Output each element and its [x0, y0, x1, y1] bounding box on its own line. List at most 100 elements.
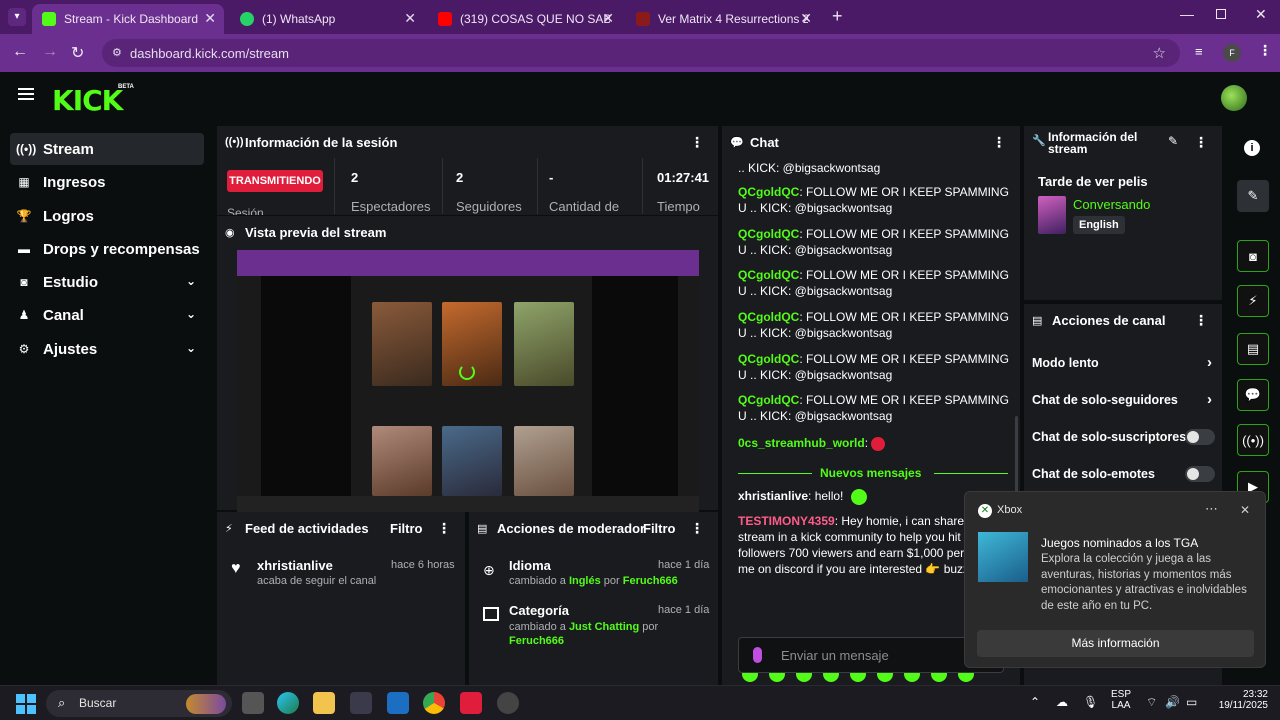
edge-icon[interactable] [277, 692, 299, 714]
top-navigation: KICK BETA [0, 72, 1280, 124]
tab-matrix[interactable]: Ver Matrix 4 Resurrections 2021 ✕ [626, 4, 820, 34]
hamburger-menu-icon[interactable] [18, 88, 34, 100]
gift-icon: ▬ [18, 242, 30, 256]
broadcast-rail-icon[interactable]: ((•)) [1237, 424, 1269, 456]
subscribers-only-label: Chat de solo-suscriptores [1032, 430, 1187, 444]
search-icon: ⌕ [58, 695, 66, 710]
browser-tab-bar: ▾ Stream - Kick Dashboard ✕ (1) WhatsApp… [0, 0, 1280, 34]
kick-logo[interactable]: KICK [52, 84, 123, 117]
bookmark-star-icon[interactable]: ☆ [1153, 44, 1166, 62]
more-options-icon[interactable]: ⋯ [1205, 501, 1218, 517]
moderator-filter-button[interactable]: Filtro [643, 521, 676, 536]
chat-message: QCgoldQC: FOLLOW ME OR I KEEP SPAMMING U… [738, 227, 1009, 257]
sidebar-item-ingresos[interactable]: ▦ Ingresos [10, 166, 204, 198]
panel-header: ▤ Acciones de moderador [469, 512, 718, 544]
outlook-icon[interactable] [387, 692, 409, 714]
close-tab-icon[interactable]: ✕ [602, 10, 614, 27]
tab-whatsapp[interactable]: (1) WhatsApp ✕ [230, 4, 424, 34]
chat-message: QCgoldQC: FOLLOW ME OR I KEEP SPAMMING U… [738, 310, 1009, 340]
profile-avatar[interactable]: F [1223, 44, 1241, 62]
windows-taskbar: ⌕ Buscar ⌃ ☁ 🎙 ESP LAA ⌔ 🔊 ▭ 23:32 19/11… [0, 685, 1280, 720]
slow-mode-row[interactable]: Modo lento › [1032, 354, 1212, 371]
info-icon[interactable]: i [1244, 140, 1260, 156]
new-tab-icon[interactable]: + [832, 6, 843, 27]
category-thumbnail[interactable] [1038, 196, 1066, 234]
media-control-icon[interactable]: ≡ [1195, 44, 1203, 59]
chat-rail-icon[interactable]: 💬 [1237, 379, 1269, 411]
minimize-window-icon[interactable]: — [1180, 6, 1194, 22]
more-options-icon[interactable]: ⋮ [1194, 134, 1208, 151]
browser-toolbar: ← → ↻ ⚙ dashboard.kick.com/stream ☆ ≡ F … [0, 34, 1280, 72]
microphone-icon[interactable]: 🎙 [1083, 695, 1098, 709]
feed-filter-button[interactable]: Filtro [390, 521, 423, 536]
camera-icon: ◙ [20, 275, 28, 289]
subscribers-only-toggle[interactable] [1185, 429, 1215, 445]
restore-window-icon[interactable] [1216, 9, 1226, 19]
task-view-icon[interactable] [242, 692, 264, 714]
sidebar-item-canal[interactable]: ♟ Canal ⌄ [10, 299, 204, 331]
search-highlight-image [186, 694, 226, 714]
app-icon[interactable] [497, 692, 519, 714]
wifi-icon[interactable]: ⌔ [1146, 695, 1157, 710]
sidebar-item-ajustes[interactable]: ⚙ Ajustes ⌄ [10, 333, 204, 365]
reload-icon[interactable]: ↻ [71, 43, 84, 63]
sidebar-item-estudio[interactable]: ◙ Estudio ⌄ [10, 266, 204, 298]
address-bar[interactable]: ⚙ dashboard.kick.com/stream ☆ [102, 39, 1180, 67]
taskbar-search[interactable]: ⌕ Buscar [46, 690, 232, 717]
chrome-icon[interactable] [423, 692, 445, 714]
close-tab-icon[interactable]: ✕ [800, 10, 812, 27]
battery-icon[interactable]: ▭ [1186, 695, 1197, 709]
site-info-icon[interactable]: ⚙ [112, 46, 122, 59]
store-icon[interactable] [350, 692, 372, 714]
user-avatar[interactable] [1221, 85, 1247, 111]
clock[interactable]: 23:32 19/11/2025 [1210, 689, 1268, 711]
edit-pencil-icon[interactable]: ✎ [1168, 134, 1178, 148]
tab-list-menu-icon[interactable]: ▾ [8, 8, 26, 26]
browser-menu-icon[interactable]: ⋮ [1258, 42, 1272, 59]
stat-amount: - Cantidad de [549, 170, 620, 214]
mod-item-time: hace 1 día [658, 559, 710, 571]
windows-start-icon[interactable] [16, 694, 36, 714]
close-tab-icon[interactable]: ✕ [204, 10, 216, 27]
edit-layout-icon[interactable]: ✎ [1237, 180, 1269, 212]
new-messages-divider: Nuevos mensajes [738, 466, 1008, 480]
moderator-icon: ▤ [477, 522, 488, 535]
feed-item-name[interactable]: xhristianlive [257, 558, 333, 573]
toast-title: Juegos nominados a los TGA [1041, 536, 1199, 550]
tab-youtube[interactable]: (319) COSAS QUE NO SABIAS D ✕ [428, 4, 622, 34]
sidebar-item-stream[interactable]: ((•)) Stream [10, 133, 204, 165]
mod-item-time: hace 1 día [658, 604, 710, 616]
followers-only-row[interactable]: Chat de solo-seguidores › [1032, 391, 1212, 408]
emotes-only-toggle[interactable] [1185, 466, 1215, 482]
back-icon[interactable]: ← [12, 43, 28, 61]
more-options-icon[interactable]: ⋮ [690, 520, 704, 537]
lightning-rail-icon[interactable]: ⚡ [1237, 285, 1269, 317]
more-options-icon[interactable]: ⋮ [690, 134, 704, 151]
category-name[interactable]: Conversando [1073, 197, 1150, 212]
microphone-icon[interactable] [753, 647, 762, 663]
chat-bubble-icon: 💬 [730, 136, 744, 149]
close-tab-icon[interactable]: ✕ [404, 10, 416, 27]
forward-icon[interactable]: → [42, 43, 58, 61]
more-options-icon[interactable]: ⋮ [992, 134, 1006, 151]
more-info-button[interactable]: Más información [977, 630, 1254, 657]
document-rail-icon[interactable]: ▤ [1237, 333, 1269, 365]
show-hidden-icons[interactable]: ⌃ [1030, 695, 1040, 709]
close-icon[interactable]: ✕ [1240, 503, 1250, 517]
volume-icon[interactable]: 🔊 [1165, 695, 1180, 709]
tab-kick-dashboard[interactable]: Stream - Kick Dashboard ✕ [32, 4, 224, 34]
close-window-icon[interactable]: ✕ [1255, 6, 1267, 23]
cloud-icon[interactable]: ☁ [1056, 695, 1068, 709]
panel-title: Vista previa del stream [245, 224, 387, 240]
more-options-icon[interactable]: ⋮ [437, 520, 451, 537]
file-explorer-icon[interactable] [313, 692, 335, 714]
more-options-icon[interactable]: ⋮ [1194, 312, 1208, 329]
language-indicator[interactable]: ESP LAA [1108, 689, 1134, 711]
netflix-icon[interactable] [460, 692, 482, 714]
stream-preview-video[interactable] [237, 250, 699, 512]
sidebar-item-logros[interactable]: 🏆 Logros [10, 200, 204, 232]
sidebar-item-label: Estudio [43, 273, 98, 291]
camera-rail-icon[interactable]: ◙ [1237, 240, 1269, 272]
sidebar-item-drops[interactable]: ▬ Drops y recompensas [10, 233, 204, 265]
chevron-right-icon: › [1207, 354, 1212, 371]
